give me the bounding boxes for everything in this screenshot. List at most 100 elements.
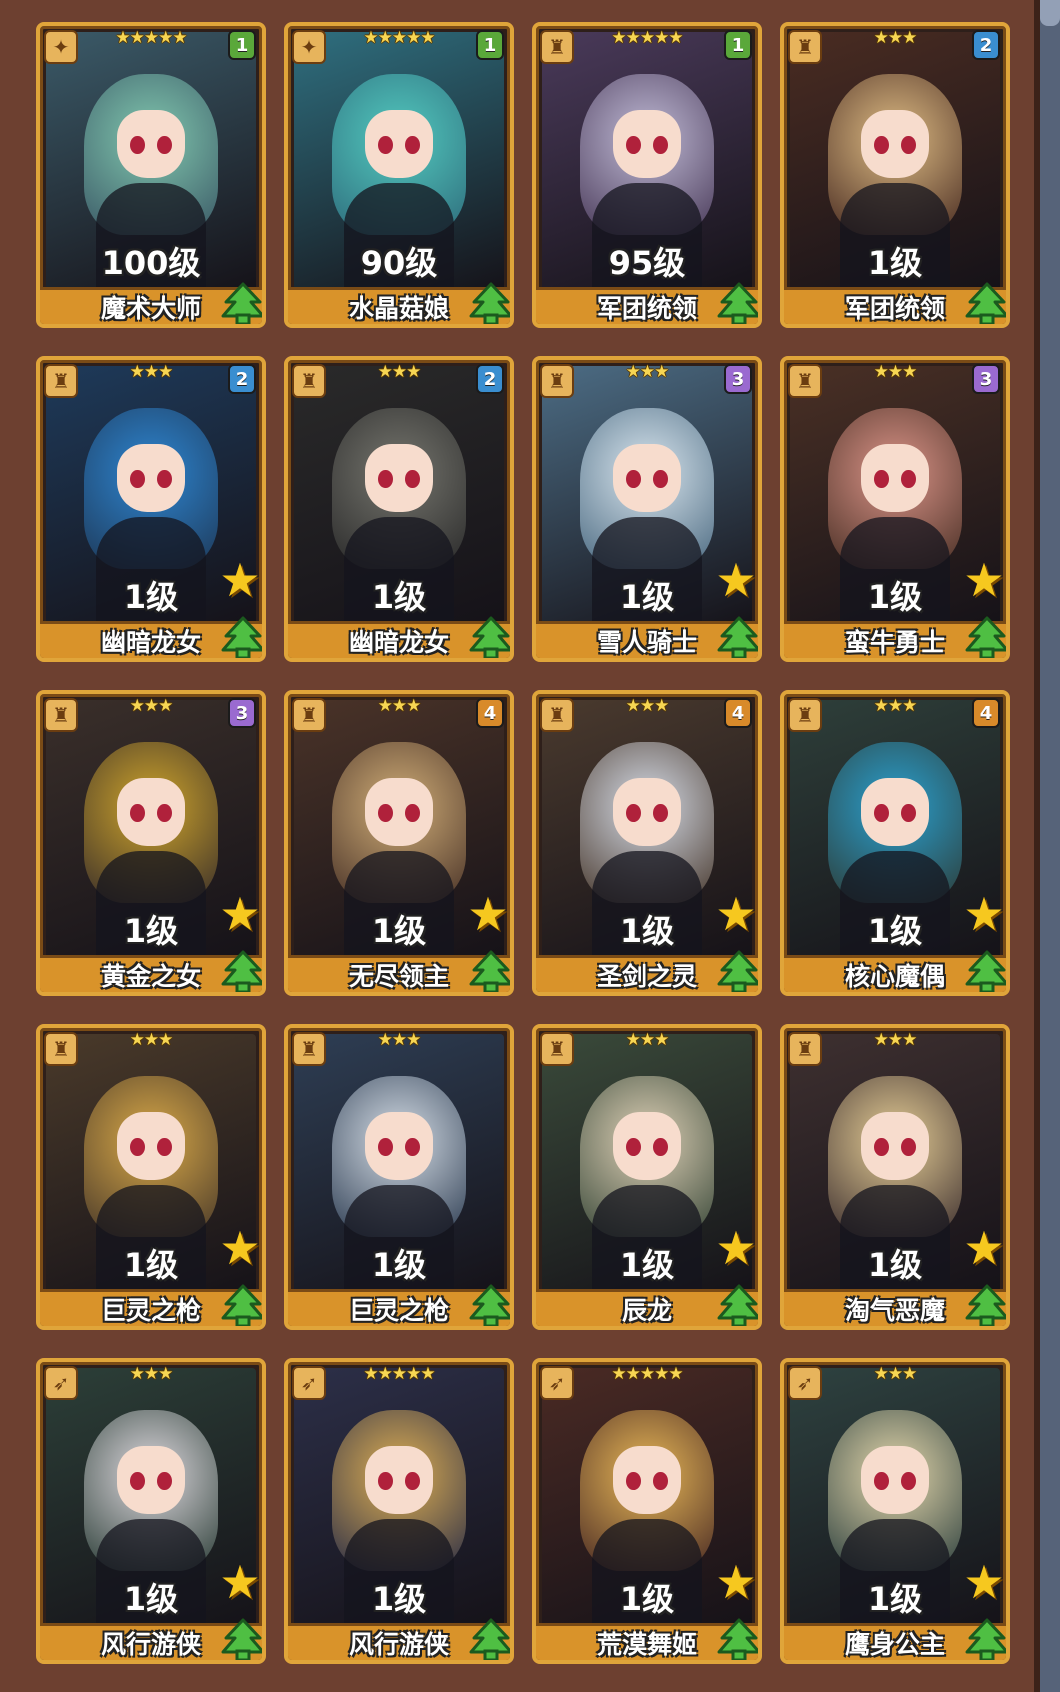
hero-face [861, 1446, 929, 1514]
hero-card-17[interactable]: ➶ ★★★ 1级 ★ 风行游侠 [36, 1358, 266, 1664]
upgrade-arrow-icon[interactable] [468, 950, 514, 994]
hero-eye [626, 470, 641, 489]
hero-card-20[interactable]: ➶ ★★★ 1级 ★ 鹰身公主 [780, 1358, 1010, 1664]
hero-card-19[interactable]: ➶ ★★★★★ 1级 ★ 荒漠舞姬 [532, 1358, 762, 1664]
hero-list-panel: ✦ ★★★★★ 1 100级 魔术大师 ✦ ★★★★★ 1 90级 水晶菇娘 ♜… [0, 0, 1040, 1692]
hero-eye [653, 136, 668, 155]
awaken-star-icon: ★ [963, 887, 1005, 941]
hero-eye [874, 136, 889, 155]
rank-badge: 2 [476, 364, 504, 394]
hero-level: 95级 [608, 244, 686, 282]
hero-eye [157, 804, 172, 823]
hero-card-4[interactable]: ♜ ★★★ 2 1级 军团统领 [780, 22, 1010, 328]
upgrade-arrow-icon[interactable] [964, 950, 1010, 994]
hero-level: 100级 [101, 244, 201, 282]
hero-face [117, 1446, 185, 1514]
hero-eye [626, 1472, 641, 1491]
awaken-star-icon: ★ [715, 1555, 757, 1609]
hero-card-3[interactable]: ♜ ★★★★★ 1 95级 军团统领 [532, 22, 762, 328]
upgrade-arrow-icon[interactable] [716, 282, 762, 326]
hero-card-2[interactable]: ✦ ★★★★★ 1 90级 水晶菇娘 [284, 22, 514, 328]
hero-card-12[interactable]: ♜ ★★★ 4 1级 ★ 核心魔偶 [780, 690, 1010, 996]
hero-card-6[interactable]: ♜ ★★★ 2 1级 幽暗龙女 [284, 356, 514, 662]
upgrade-arrow-icon[interactable] [716, 616, 762, 660]
hero-card-16[interactable]: ♜ ★★★ 1级 ★ 淘气恶魔 [780, 1024, 1010, 1330]
hero-eye [130, 804, 145, 823]
hero-face [117, 778, 185, 846]
upgrade-arrow-icon[interactable] [468, 616, 514, 660]
hero-face [117, 110, 185, 178]
rank-badge: 1 [724, 30, 752, 60]
awaken-star-icon: ★ [963, 553, 1005, 607]
hero-card-11[interactable]: ♜ ★★★ 4 1级 ★ 圣剑之灵 [532, 690, 762, 996]
hero-eye [405, 1472, 420, 1491]
upgrade-arrow-icon[interactable] [220, 950, 266, 994]
upgrade-arrow-icon[interactable] [468, 282, 514, 326]
hero-card-15[interactable]: ♜ ★★★ 1级 ★ 辰龙 [532, 1024, 762, 1330]
hero-card-8[interactable]: ♜ ★★★ 3 1级 ★ 蛮牛勇士 [780, 356, 1010, 662]
awaken-star-icon: ★ [467, 887, 509, 941]
hero-card-9[interactable]: ♜ ★★★ 3 1级 ★ 黄金之女 [36, 690, 266, 996]
upgrade-arrow-icon[interactable] [716, 1618, 762, 1662]
hero-eye [378, 470, 393, 489]
hero-face [117, 1112, 185, 1180]
hero-grid: ✦ ★★★★★ 1 100级 魔术大师 ✦ ★★★★★ 1 90级 水晶菇娘 ♜… [36, 22, 1010, 1664]
upgrade-arrow-icon[interactable] [964, 1284, 1010, 1328]
upgrade-arrow-icon[interactable] [220, 1284, 266, 1328]
hero-eye [653, 470, 668, 489]
hero-face [613, 110, 681, 178]
scroll-thumb[interactable] [1040, 0, 1060, 26]
hero-eye [901, 804, 916, 823]
hero-eye [405, 1138, 420, 1157]
upgrade-arrow-icon[interactable] [964, 282, 1010, 326]
hero-level: 1级 [867, 244, 923, 282]
upgrade-arrow-icon[interactable] [220, 616, 266, 660]
star-rating: ★★★★★ [363, 1364, 435, 1384]
hero-eye [157, 1472, 172, 1491]
star-rating: ★★★ [873, 1364, 918, 1384]
upgrade-arrow-icon[interactable] [964, 1618, 1010, 1662]
hero-card-5[interactable]: ♜ ★★★ 2 1级 ★ 幽暗龙女 [36, 356, 266, 662]
hero-face [365, 778, 433, 846]
hero-eye [874, 1472, 889, 1491]
star-rating: ★★★ [377, 1030, 422, 1050]
hero-eye [130, 136, 145, 155]
upgrade-arrow-icon[interactable] [468, 1284, 514, 1328]
hero-card-7[interactable]: ♜ ★★★ 3 1级 ★ 雪人骑士 [532, 356, 762, 662]
star-rating: ★★★ [129, 1030, 174, 1050]
hero-card-14[interactable]: ♜ ★★★ 1级 巨灵之枪 [284, 1024, 514, 1330]
rank-badge: 1 [476, 30, 504, 60]
hero-eye [378, 804, 393, 823]
hero-eye [157, 136, 172, 155]
hero-eye [874, 470, 889, 489]
hero-eye [378, 1472, 393, 1491]
hero-card-13[interactable]: ♜ ★★★ 1级 ★ 巨灵之枪 [36, 1024, 266, 1330]
hero-card-10[interactable]: ♜ ★★★ 4 1级 ★ 无尽领主 [284, 690, 514, 996]
rank-badge: 3 [724, 364, 752, 394]
hero-face [861, 778, 929, 846]
hero-eye [405, 804, 420, 823]
hero-eye [874, 804, 889, 823]
hero-eye [405, 136, 420, 155]
upgrade-arrow-icon[interactable] [964, 616, 1010, 660]
hero-face [613, 444, 681, 512]
upgrade-arrow-icon[interactable] [220, 1618, 266, 1662]
star-rating: ★★★ [625, 1030, 670, 1050]
hero-face [117, 444, 185, 512]
upgrade-arrow-icon[interactable] [716, 1284, 762, 1328]
upgrade-arrow-icon[interactable] [468, 1618, 514, 1662]
hero-face [613, 1112, 681, 1180]
hero-eye [130, 1138, 145, 1157]
awaken-star-icon: ★ [219, 1555, 261, 1609]
hero-eye [405, 470, 420, 489]
scrollbar[interactable] [1040, 0, 1060, 1692]
upgrade-arrow-icon[interactable] [220, 282, 266, 326]
hero-card-18[interactable]: ➶ ★★★★★ 1级 风行游侠 [284, 1358, 514, 1664]
upgrade-arrow-icon[interactable] [716, 950, 762, 994]
hero-eye [901, 136, 916, 155]
hero-eye [157, 1138, 172, 1157]
hero-eye [653, 1138, 668, 1157]
hero-card-1[interactable]: ✦ ★★★★★ 1 100级 魔术大师 [36, 22, 266, 328]
hero-face [613, 1446, 681, 1514]
awaken-star-icon: ★ [963, 1555, 1005, 1609]
